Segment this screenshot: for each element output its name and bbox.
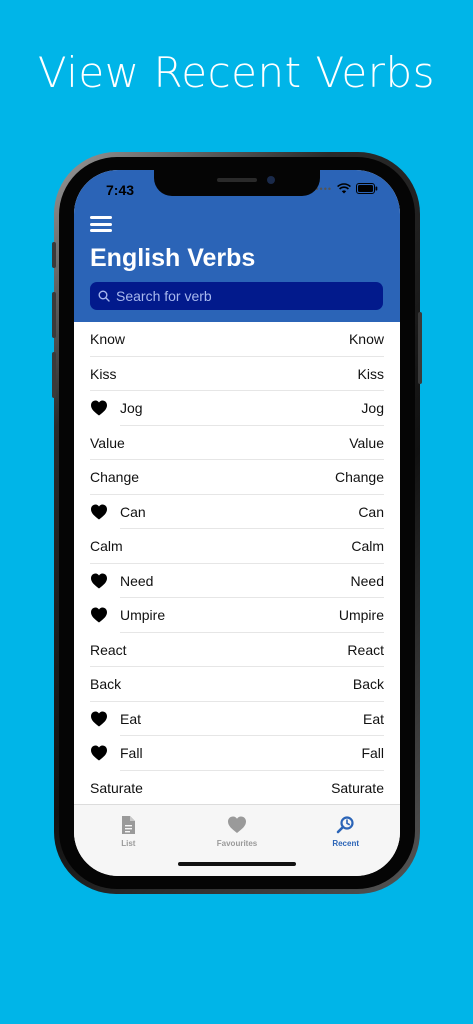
verb-label: Saturate [90,779,143,796]
favourite-heart-icon [91,573,107,589]
verb-label: Eat [120,710,142,727]
promo-title: View Recent Verbs [37,48,436,97]
favourite-heart-icon [91,711,107,727]
verb-list: Know Know Kiss Kiss Jog Jog Value Value Change Ch… [74,322,400,805]
search-icon [98,290,110,302]
volume-down-button [52,352,56,398]
status-icons: •••• [315,183,378,194]
verb-translation: Change [334,469,384,486]
verb-row[interactable]: Value Value [74,426,400,461]
hamburger-menu-icon[interactable] [90,216,112,232]
phone-notch [154,170,320,196]
verb-row[interactable]: Fall Fall [74,736,400,771]
verb-label: Fall [120,745,143,762]
verb-label: Kiss [90,365,117,382]
verb-row[interactable]: Need Need [74,564,400,599]
search-input[interactable] [116,288,366,304]
verb-row[interactable]: Calm Calm [74,529,400,564]
home-indicator [178,862,296,866]
favourite-heart-icon [91,400,107,416]
verb-label: React [90,641,127,658]
favourite-heart-icon [91,504,107,520]
tab-label: Recent [332,839,360,848]
heart-icon [228,816,246,833]
verb-label: Umpire [120,607,166,624]
favourite-heart-icon [91,607,107,623]
battery-icon [356,183,378,194]
verb-translation: Value [349,434,384,451]
document-icon [122,816,136,834]
verb-translation: Kiss [357,365,384,382]
tab-list[interactable]: List [74,805,183,876]
phone-screen: 7:43 •••• English Verbs Search for verb … [74,170,400,876]
verb-row[interactable]: Change Change [74,460,400,495]
tab-label: List [121,839,136,848]
verb-translation: Saturate [331,779,384,796]
verb-translation: Need [350,572,384,589]
status-time: 7:43 [106,182,135,198]
verb-translation: Can [358,503,384,520]
verb-row[interactable]: React React [74,633,400,668]
recent-search-icon [336,816,354,834]
verb-label: Can [120,503,146,520]
verb-row[interactable]: Umpire Umpire [74,598,400,633]
favourite-heart-icon [91,745,107,761]
verb-row[interactable]: Back Back [74,667,400,702]
verb-translation: Fall [361,745,384,762]
verb-row[interactable]: Eat Eat [74,702,400,737]
verb-row[interactable]: Can Can [74,495,400,530]
verb-translation: Eat [362,710,384,727]
verb-label: Know [90,331,126,348]
verb-translation: Jog [361,400,384,417]
speaker-grille [217,178,257,182]
verb-translation: Umpire [338,607,384,624]
verb-label: Change [90,469,140,486]
verb-row[interactable]: Saturate Saturate [74,771,400,806]
verb-translation: Know [348,331,384,348]
verb-row[interactable]: Kiss Kiss [74,357,400,392]
wifi-icon [337,183,351,194]
verb-translation: React [347,641,384,658]
verb-translation: Back [352,676,384,693]
tab-recent[interactable]: Recent [291,805,400,876]
front-camera [267,176,275,184]
search-bar[interactable] [90,282,383,310]
verb-row[interactable]: Jog Jog [74,391,400,426]
page-title: English Verbs [90,244,256,272]
verb-translation: Calm [351,538,384,555]
tab-label: Favourites [216,839,258,848]
volume-up-button [52,292,56,338]
verb-label: Back [90,676,122,693]
verb-label: Jog [120,400,143,417]
verb-row[interactable]: Know Know [74,322,400,357]
verb-label: Need [120,572,154,589]
power-button [418,312,422,384]
mute-switch [52,242,56,268]
verb-label: Calm [90,538,123,555]
verb-label: Value [90,434,125,451]
